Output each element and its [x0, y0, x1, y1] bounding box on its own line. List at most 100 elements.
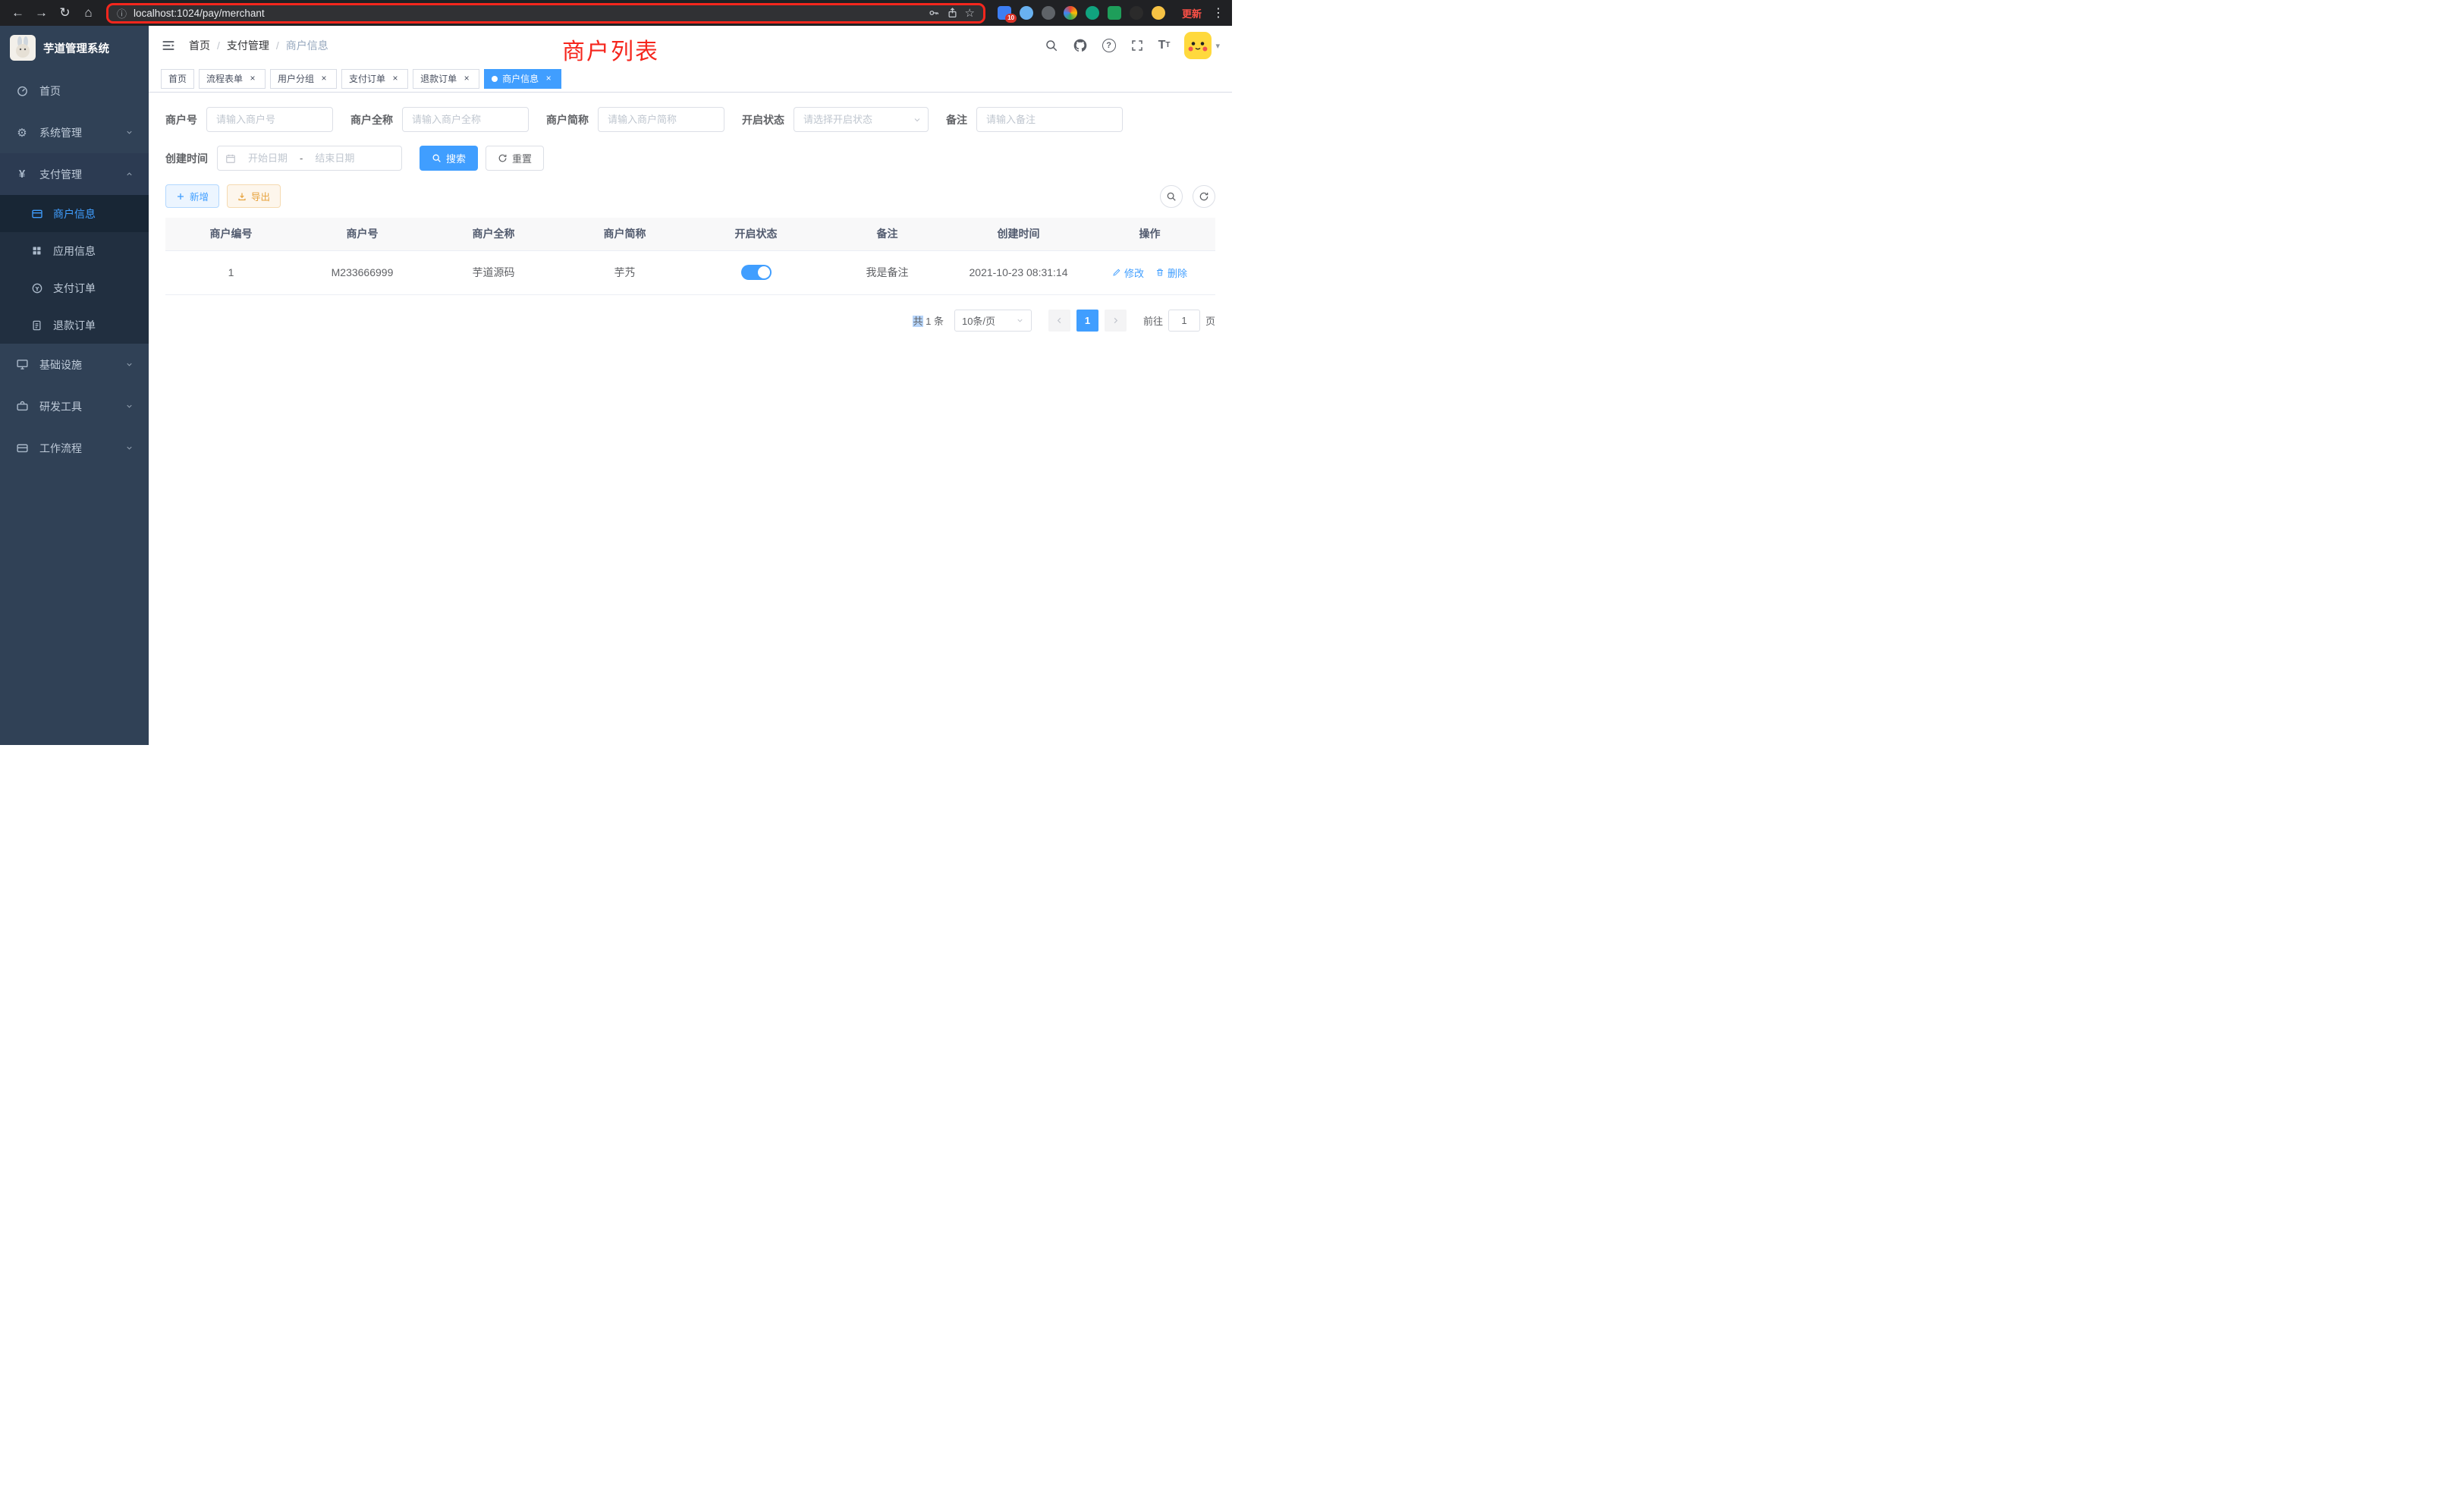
chevron-down-icon — [125, 444, 134, 452]
extension-icon[interactable] — [1064, 6, 1077, 20]
close-icon[interactable]: × — [319, 74, 329, 84]
site-info-icon[interactable]: ⓘ — [117, 6, 127, 20]
browser-update-button[interactable]: 更新 — [1182, 6, 1202, 20]
tab-home[interactable]: 首页 — [161, 69, 194, 89]
tab-label: 首页 — [168, 72, 187, 85]
pagination-total-rest: 1 条 — [923, 316, 944, 327]
bookmark-star-icon[interactable]: ☆ — [965, 6, 975, 20]
tab-user-group[interactable]: 用户分组 × — [270, 69, 337, 89]
yen-icon: ¥ — [15, 168, 29, 181]
app-logo[interactable]: 芋道管理系统 — [0, 26, 149, 70]
app-frame: 芋道管理系统 首页 ⚙ 系统管理 ¥ 支付管理 — [0, 26, 1232, 745]
delete-link[interactable]: 删除 — [1155, 266, 1187, 280]
extension-icon[interactable] — [1108, 6, 1121, 20]
url-text[interactable]: localhost:1024/pay/merchant — [134, 8, 265, 19]
browser-reload-icon[interactable]: ↻ — [55, 3, 75, 24]
tab-label: 流程表单 — [206, 72, 243, 85]
sidebar-subitem-refund-order[interactable]: 退款订单 — [0, 306, 149, 344]
breadcrumb-item[interactable]: 支付管理 — [227, 38, 269, 53]
end-date-input[interactable] — [306, 152, 363, 165]
sidebar-subitem-payment-order[interactable]: 支付订单 — [0, 269, 149, 306]
browser-back-icon[interactable]: ← — [8, 3, 28, 24]
sidebar-item-label: 研发工具 — [39, 399, 82, 414]
goto-page-input[interactable] — [1168, 310, 1200, 332]
column-header[interactable]: 创建时间 — [953, 218, 1084, 250]
toolbar-right — [1160, 185, 1215, 208]
date-range-picker[interactable]: - — [217, 146, 402, 171]
table-row[interactable]: 1 M233666999 芋道源码 芋艿 我是备注 2021-10-23 08:… — [165, 250, 1215, 294]
sidebar-item-home[interactable]: 首页 — [0, 70, 149, 112]
sidebar-item-infrastructure[interactable]: 基础设施 — [0, 344, 149, 385]
search-button[interactable]: 搜索 — [420, 146, 478, 171]
toggle-search-button[interactable] — [1160, 185, 1183, 208]
navbar-actions: ? TT — [1045, 32, 1220, 59]
extension-icon[interactable] — [1130, 6, 1143, 20]
fullscreen-icon[interactable] — [1130, 39, 1144, 52]
user-menu[interactable]: ▾ — [1184, 32, 1220, 59]
sidebar-toggle-icon[interactable] — [161, 38, 176, 53]
search-icon[interactable] — [1045, 39, 1058, 52]
browser-menu-icon[interactable]: ⋮ — [1212, 5, 1224, 20]
tab-refund-order[interactable]: 退款订单 × — [413, 69, 479, 89]
annotation-text: 商户列表 — [562, 33, 659, 66]
status-toggle[interactable] — [741, 265, 772, 280]
close-icon[interactable]: × — [390, 74, 401, 84]
column-header[interactable]: 备注 — [822, 218, 953, 250]
extension-icon[interactable] — [1042, 6, 1055, 20]
prev-page-button[interactable] — [1048, 310, 1070, 332]
column-header[interactable]: 商户号 — [297, 218, 428, 250]
password-key-icon[interactable] — [928, 7, 940, 19]
extension-icon[interactable] — [1086, 6, 1099, 20]
edit-link[interactable]: 修改 — [1112, 266, 1144, 280]
tab-process-form[interactable]: 流程表单 × — [199, 69, 266, 89]
page-size-value: 10条/页 — [962, 313, 995, 328]
column-header[interactable]: 商户简称 — [559, 218, 690, 250]
sidebar-subitem-merchant-info[interactable]: 商户信息 — [0, 195, 149, 232]
share-icon[interactable] — [947, 7, 958, 19]
short-name-input[interactable] — [598, 107, 724, 132]
font-size-icon[interactable]: TT — [1158, 39, 1171, 52]
help-icon[interactable]: ? — [1102, 39, 1116, 52]
remark-input[interactable] — [976, 107, 1123, 132]
user-avatar[interactable] — [1184, 32, 1212, 59]
full-name-label: 商户全称 — [350, 112, 402, 127]
browser-forward-icon[interactable]: → — [31, 3, 52, 24]
tab-merchant-info[interactable]: 商户信息 × — [484, 69, 561, 89]
sidebar-item-label: 系统管理 — [39, 125, 82, 140]
next-page-button[interactable] — [1105, 310, 1127, 332]
full-name-input[interactable] — [402, 107, 529, 132]
close-icon[interactable]: × — [461, 74, 472, 84]
sidebar-item-workflow[interactable]: 工作流程 — [0, 427, 149, 469]
sidebar-item-payment[interactable]: ¥ 支付管理 — [0, 153, 149, 195]
page-unit-label: 页 — [1205, 313, 1215, 328]
close-icon[interactable]: × — [543, 74, 554, 84]
merchant-no-input[interactable] — [206, 107, 333, 132]
column-header[interactable]: 商户全称 — [428, 218, 559, 250]
profile-avatar[interactable] — [1152, 6, 1165, 20]
export-button[interactable]: 导出 — [227, 184, 281, 208]
add-button[interactable]: 新增 — [165, 184, 219, 208]
extension-icon[interactable] — [1020, 6, 1033, 20]
toolbox-icon — [15, 400, 29, 413]
column-header[interactable]: 商户编号 — [165, 218, 297, 250]
column-header[interactable]: 操作 — [1084, 218, 1215, 250]
address-bar[interactable]: ⓘ localhost:1024/pay/merchant ☆ — [106, 3, 985, 24]
sidebar-subitem-app-info[interactable]: 应用信息 — [0, 232, 149, 269]
browser-home-icon[interactable]: ⌂ — [78, 3, 99, 24]
close-icon[interactable]: × — [247, 74, 258, 84]
reset-button[interactable]: 重置 — [486, 146, 544, 171]
page-number-button[interactable]: 1 — [1076, 310, 1098, 332]
breadcrumb-item[interactable]: 首页 — [189, 38, 210, 53]
extension-icon[interactable]: 10 — [998, 6, 1011, 20]
sidebar-item-system[interactable]: ⚙ 系统管理 — [0, 112, 149, 153]
sidebar-item-devtools[interactable]: 研发工具 — [0, 385, 149, 427]
status-select[interactable] — [794, 107, 929, 132]
sidebar-menu: 首页 ⚙ 系统管理 ¥ 支付管理 — [0, 70, 149, 469]
column-header[interactable]: 开启状态 — [690, 218, 822, 250]
page-size-select[interactable]: 10条/页 — [954, 310, 1032, 332]
refresh-table-button[interactable] — [1193, 185, 1215, 208]
tab-payment-order[interactable]: 支付订单 × — [341, 69, 408, 89]
github-icon[interactable] — [1073, 38, 1088, 53]
delete-link-label: 删除 — [1168, 266, 1187, 280]
start-date-input[interactable] — [239, 152, 297, 165]
